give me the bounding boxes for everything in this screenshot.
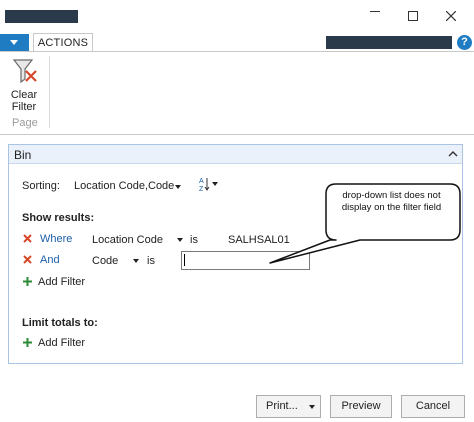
chevron-down-icon[interactable] bbox=[177, 238, 183, 242]
close-button[interactable] bbox=[441, 6, 461, 26]
show-results-label: Show results: bbox=[22, 212, 95, 224]
plus-icon[interactable] bbox=[23, 277, 32, 286]
ribbon-panel bbox=[0, 51, 474, 135]
svg-text:A: A bbox=[199, 178, 204, 185]
text-caret bbox=[184, 254, 185, 266]
chevron-down-icon[interactable] bbox=[175, 185, 181, 189]
clear-filter-button[interactable]: Clear Filter bbox=[8, 57, 40, 117]
close-icon bbox=[446, 11, 456, 21]
filter-operator: is bbox=[147, 255, 155, 267]
callout-text: drop-down list does not display on the f… bbox=[341, 190, 442, 213]
panel-header[interactable] bbox=[9, 145, 462, 164]
user-info-redacted bbox=[326, 36, 452, 49]
ribbon-group-divider bbox=[49, 56, 50, 128]
minimize-button[interactable] bbox=[365, 6, 385, 26]
clear-filter-label-1: Clear bbox=[10, 89, 38, 101]
print-button-label: Print... bbox=[266, 400, 298, 412]
filter-operator: is bbox=[190, 234, 198, 246]
remove-filter-x-icon[interactable] bbox=[23, 234, 32, 243]
add-filter-link[interactable]: Add Filter bbox=[38, 276, 85, 288]
app-menu-button[interactable] bbox=[0, 34, 29, 51]
plus-icon[interactable] bbox=[23, 338, 32, 347]
chevron-down-icon bbox=[10, 40, 18, 45]
chevron-down-icon bbox=[309, 405, 315, 409]
chevron-up-icon[interactable] bbox=[448, 150, 458, 158]
add-limit-filter-link[interactable]: Add Filter bbox=[38, 337, 85, 349]
print-button[interactable]: Print... bbox=[256, 395, 321, 418]
help-icon[interactable]: ? bbox=[457, 35, 472, 50]
window-title-redacted bbox=[5, 10, 78, 23]
filter-value-input[interactable] bbox=[181, 251, 310, 270]
filter-field-select[interactable]: Code bbox=[92, 255, 118, 267]
maximize-button[interactable] bbox=[403, 6, 423, 26]
filter-connector-and[interactable]: And bbox=[40, 254, 60, 266]
sorting-select[interactable]: Location Code,Code bbox=[74, 180, 174, 192]
panel-title: Bin bbox=[14, 148, 32, 162]
ribbon-group-label-page: Page bbox=[12, 117, 38, 129]
filter-field-select[interactable]: Location Code bbox=[92, 234, 163, 246]
maximize-icon bbox=[408, 11, 418, 21]
filter-value[interactable]: SALHSAL01 bbox=[228, 234, 290, 246]
tab-actions[interactable]: ACTIONS bbox=[33, 33, 93, 52]
preview-button[interactable]: Preview bbox=[330, 395, 392, 418]
filter-connector-where[interactable]: Where bbox=[40, 233, 72, 245]
sorting-label: Sorting: bbox=[22, 180, 60, 192]
cancel-button[interactable]: Cancel bbox=[401, 395, 465, 418]
clear-filter-label-2: Filter bbox=[11, 101, 37, 113]
svg-text:Z: Z bbox=[199, 186, 204, 192]
chevron-down-icon[interactable] bbox=[133, 259, 139, 263]
remove-filter-x-icon[interactable] bbox=[23, 255, 32, 264]
sort-az-icon[interactable]: A Z bbox=[198, 176, 220, 192]
filter-clear-icon bbox=[12, 59, 37, 84]
minimize-icon bbox=[370, 11, 380, 12]
limit-totals-label: Limit totals to: bbox=[22, 317, 98, 329]
